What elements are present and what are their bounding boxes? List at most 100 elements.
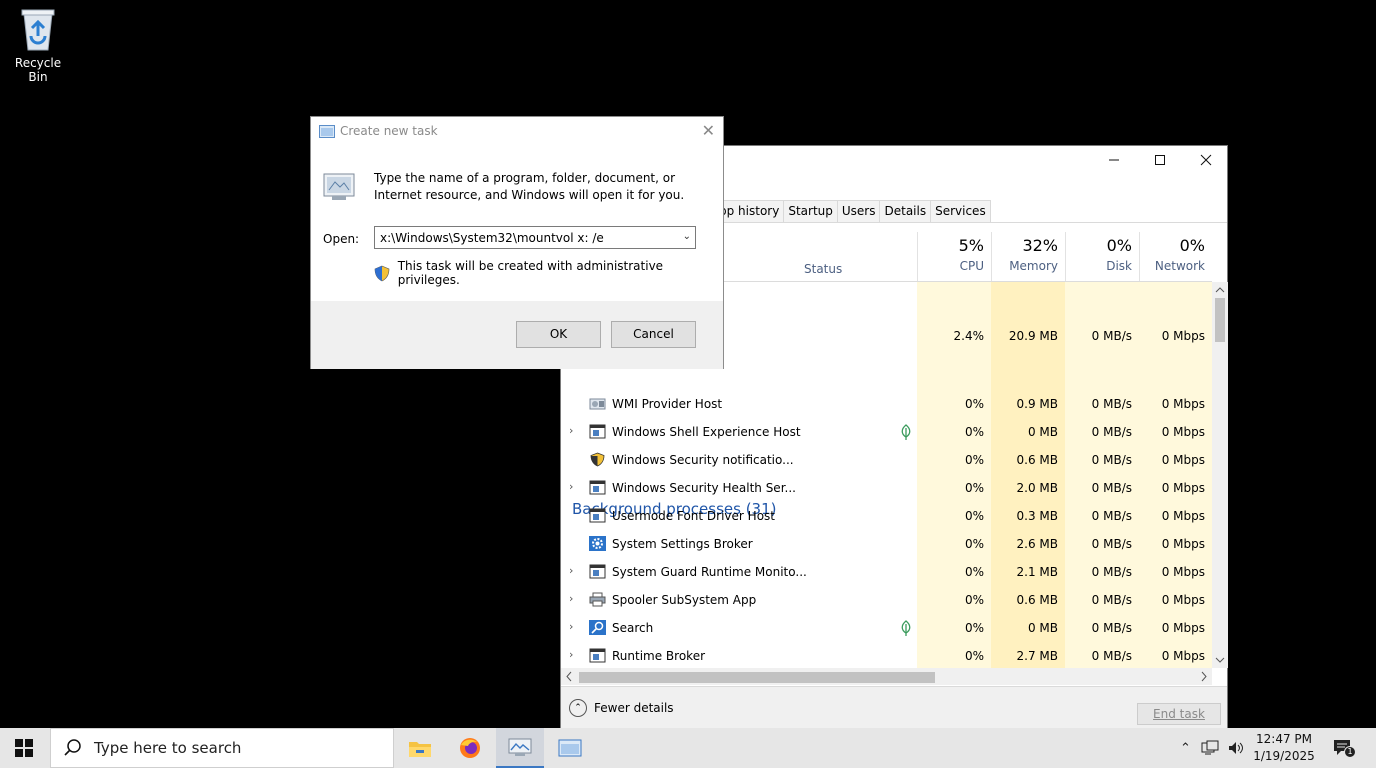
wmi-icon: [589, 396, 606, 411]
expand-chevron-icon[interactable]: ›: [569, 424, 573, 437]
vertical-scrollbar[interactable]: [1212, 282, 1228, 668]
tab-services[interactable]: Services: [931, 200, 991, 223]
end-task-button[interactable]: End task: [1137, 703, 1221, 725]
cancel-button[interactable]: Cancel: [611, 321, 696, 348]
dialog-close-icon[interactable]: ✕: [702, 121, 715, 140]
expand-chevron-icon[interactable]: ›: [569, 564, 573, 577]
window-icon: [589, 508, 606, 523]
volume-icon[interactable]: [1227, 740, 1245, 756]
process-cpu: 0%: [964, 509, 984, 523]
search-icon: [589, 620, 606, 635]
process-network: 0 Mbps: [1161, 649, 1205, 663]
process-disk: 0 MB/s: [1091, 481, 1132, 495]
process-row[interactable]: WMI Provider Host 0% 0.9 MB 0 MB/s 0 Mbps: [561, 390, 1212, 418]
process-row[interactable]: System Settings Broker 0% 2.6 MB 0 MB/s 0 Mb…: [561, 530, 1212, 558]
open-value[interactable]: x:\Windows\System32\mountvol x: /e: [380, 231, 604, 245]
process-memory: 0 MB: [1027, 621, 1058, 635]
close-button[interactable]: [1183, 146, 1229, 174]
create-new-task-dialog: Create new task ✕ Type the name of a pro…: [310, 116, 724, 369]
process-network: 0 Mbps: [1161, 621, 1205, 635]
process-row[interactable]: › Spooler SubSystem App 0% 0.6 MB 0 MB/s 0 Mb…: [561, 586, 1212, 614]
dialog-title: Create new task: [340, 124, 438, 138]
admin-note-text: This task will be created with administr…: [397, 259, 664, 287]
start-button[interactable]: [0, 728, 48, 768]
process-memory: 2.7 MB: [1016, 649, 1058, 663]
process-name: Windows Security Health Ser...: [612, 481, 796, 495]
horizontal-scroll-thumb[interactable]: [579, 672, 935, 683]
recycle-bin-icon: [21, 9, 55, 51]
dialog-titlebar[interactable]: Create new task: [319, 124, 438, 138]
dialog-footer: OK Cancel: [311, 301, 723, 369]
process-cpu: 0%: [964, 565, 984, 579]
memory-column-header[interactable]: 32% Memory: [991, 232, 1065, 282]
expand-chevron-icon[interactable]: ›: [569, 592, 573, 605]
efficiency-leaf-icon: [900, 620, 912, 639]
memory-label: Memory: [1009, 259, 1058, 273]
network-icon[interactable]: [1201, 740, 1219, 756]
tab-users[interactable]: Users: [837, 200, 881, 223]
status-column-header[interactable]: Status: [804, 262, 842, 276]
task-manager-icon: [508, 738, 532, 756]
network-column-header[interactable]: 0% Network: [1139, 232, 1212, 282]
app-network: 0 Mbps: [1161, 329, 1205, 343]
process-name: Search: [612, 621, 654, 635]
search-icon: [64, 739, 81, 756]
process-row[interactable]: › Windows Security Health Ser... 0% 2.0 MB 0…: [561, 474, 1212, 502]
disk-column-header[interactable]: 0% Disk: [1065, 232, 1139, 282]
task-manager-taskbar-button[interactable]: [496, 728, 544, 768]
chevron-down-icon[interactable]: ⌄: [683, 231, 691, 242]
minimize-icon: [1109, 159, 1119, 161]
vertical-scroll-thumb[interactable]: [1215, 298, 1225, 342]
horizontal-scrollbar[interactable]: [561, 668, 1212, 685]
process-row[interactable]: › Runtime Broker 0% 2.7 MB 0 MB/s 0 Mbps: [561, 642, 1212, 668]
cpu-column-header[interactable]: 5% CPU: [917, 232, 991, 282]
process-memory: 2.6 MB: [1016, 537, 1058, 551]
process-row[interactable]: Usermode Font Driver Host 0% 0.3 MB 0 MB/s 0…: [561, 502, 1212, 530]
taskbar-search-box[interactable]: Type here to search: [50, 728, 394, 768]
process-network: 0 Mbps: [1161, 509, 1205, 523]
process-name: Windows Shell Experience Host: [612, 425, 801, 439]
taskbar-clock[interactable]: 12:47 PM 1/19/2025: [1252, 731, 1316, 765]
process-row[interactable]: › Windows Shell Experience Host 0% 0 MB 0 MB…: [561, 418, 1212, 446]
dialog-description: Type the name of a program, folder, docu…: [374, 171, 685, 202]
minimize-button[interactable]: [1091, 146, 1137, 174]
process-cpu: 0%: [964, 593, 984, 607]
action-center-button[interactable]: 1: [1333, 739, 1356, 760]
expand-chevron-icon[interactable]: ›: [569, 480, 573, 493]
run-taskbar-button[interactable]: [546, 728, 594, 768]
ok-button[interactable]: OK: [516, 321, 601, 348]
fewer-details-button[interactable]: ⌃ Fewer details: [569, 699, 674, 717]
process-row[interactable]: Windows Security notificatio... 0% 0.6 MB 0…: [561, 446, 1212, 474]
process-memory: 0 MB: [1027, 425, 1058, 439]
process-row[interactable]: › Search 0% 0 MB 0 MB/s 0 Mbps: [561, 614, 1212, 642]
gear-icon: [589, 536, 606, 551]
network-label: Network: [1154, 259, 1205, 273]
process-cpu: 0%: [964, 621, 984, 635]
scroll-down-icon[interactable]: [1212, 654, 1228, 666]
tray-overflow-chevron-icon[interactable]: ⌃: [1180, 741, 1191, 756]
process-network: 0 Mbps: [1161, 397, 1205, 411]
search-placeholder: Type here to search: [94, 739, 242, 757]
expand-chevron-icon[interactable]: ›: [569, 648, 573, 661]
process-name: Spooler SubSystem App: [612, 593, 757, 607]
open-combobox[interactable]: x:\Windows\System32\mountvol x: /e ⌄: [374, 226, 696, 249]
recycle-bin-desktop-icon[interactable]: Recycle Bin: [4, 6, 72, 84]
tab-startup[interactable]: Startup: [784, 200, 838, 223]
disk-label: Disk: [1106, 259, 1132, 273]
process-disk: 0 MB/s: [1091, 453, 1132, 467]
scroll-right-icon[interactable]: [1198, 668, 1210, 685]
file-explorer-taskbar-button[interactable]: [396, 728, 444, 768]
scroll-left-icon[interactable]: [563, 668, 575, 685]
process-memory: 0.3 MB: [1016, 509, 1058, 523]
window-icon: [589, 424, 606, 439]
tab-app-history[interactable]: pp history: [719, 200, 785, 223]
scroll-up-icon[interactable]: [1212, 284, 1228, 296]
chevron-up-icon: ⌃: [569, 699, 587, 717]
printer-icon: [589, 592, 606, 607]
tab-details[interactable]: Details: [880, 200, 932, 223]
expand-chevron-icon[interactable]: ›: [569, 620, 573, 633]
firefox-taskbar-button[interactable]: [446, 728, 494, 768]
process-row[interactable]: › System Guard Runtime Monito... 0% 2.1 MB 0…: [561, 558, 1212, 586]
maximize-button[interactable]: [1137, 146, 1183, 174]
run-app-icon: [319, 124, 335, 138]
